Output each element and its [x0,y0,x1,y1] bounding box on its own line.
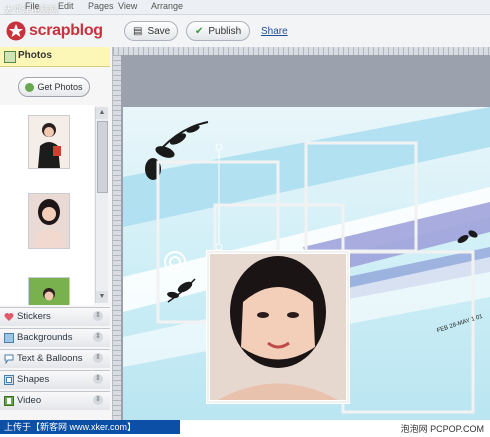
footer: 上传于【新客网 www.xker.com】 泡泡网 PCPOP.COM [0,420,490,437]
scrapbook-page[interactable]: FEB 28-MAY 1 01 [123,107,490,420]
menu-pages[interactable]: Pages [88,1,114,11]
panel-shapes[interactable]: Shapes ⇕ [0,370,110,389]
logo-text: scrapblog [29,22,103,39]
save-button[interactable]: ▤ Save [124,21,178,41]
ruler-left [113,55,121,420]
menu-file[interactable]: File [25,1,40,11]
backgrounds-icon [4,333,14,343]
photo-thumbnail[interactable] [28,277,70,305]
checkmark-icon: ✔ [195,25,204,37]
main-photo [206,250,350,404]
menu-view[interactable]: View [118,1,137,11]
scroll-up-arrow-icon[interactable]: ▲ [96,107,108,119]
get-photos-label: Get Photos [37,82,83,92]
panel-video-label: Video [17,395,42,406]
canvas-area[interactable]: FEB 28-MAY 1 01 [113,47,490,420]
save-button-label: Save [147,25,171,37]
photo-thumbnail[interactable] [28,115,70,169]
photo-thumbnail[interactable] [28,193,70,249]
expand-chevron-icon: ⇕ [93,374,103,384]
ruler-top [113,47,490,55]
sidebar: Photos Get Photos ▲ ▼ Stickers ⇕ Backgro… [0,47,113,420]
expand-chevron-icon: ⇕ [93,332,103,342]
photo-list-scrollbar[interactable]: ▲ ▼ [95,107,108,303]
scroll-down-arrow-icon[interactable]: ▼ [96,291,108,303]
footer-left-watermark: 上传于【新客网 www.xker.com】 [0,420,180,434]
publish-button-label: Publish [208,25,242,37]
scrollbar-thumb[interactable] [97,121,108,193]
panel-backgrounds-label: Backgrounds [17,332,73,343]
expand-chevron-icon: ⇕ [93,395,103,405]
scrapblog-logo[interactable]: scrapblog [6,21,103,41]
expand-chevron-icon: ⇕ [93,311,103,321]
photos-label: Photos [18,50,52,61]
panel-text-balloons[interactable]: Text & Balloons ⇕ [0,349,110,368]
panel-shapes-label: Shapes [17,374,50,385]
panel-stickers[interactable]: Stickers ⇕ [0,307,110,326]
menu-arrange[interactable]: Arrange [151,1,183,11]
panel-video[interactable]: Video ⇕ [0,391,110,410]
photo-thumbnail-list [0,105,94,305]
photos-icon [4,51,16,63]
film-icon [4,396,14,406]
panel-backgrounds[interactable]: Backgrounds ⇕ [0,328,110,347]
add-photo-icon [25,82,35,92]
heart-icon [4,313,14,321]
toolbar: scrapblog ▤ Save ✔ Publish Share [0,15,490,48]
menu-edit[interactable]: Edit [58,1,74,11]
speech-balloon-icon [4,354,14,364]
panel-stickers-label: Stickers [17,311,51,322]
save-icon: ▤ [133,25,143,37]
expand-chevron-icon: ⇕ [93,353,103,363]
footer-right-watermark: 泡泡网 PCPOP.COM [400,424,484,434]
logo-star-icon [6,21,26,41]
menu-bar: 太平洋电脑网 File Edit Pages View Arrange [0,0,490,15]
shapes-icon [4,375,14,385]
publish-button[interactable]: ✔ Publish [186,21,250,41]
page-artwork [123,107,490,414]
panel-text-balloons-label: Text & Balloons [17,353,83,364]
share-link[interactable]: Share [261,26,288,37]
photos-panel-header[interactable]: Photos [0,47,110,67]
get-photos-button[interactable]: Get Photos [18,77,90,97]
